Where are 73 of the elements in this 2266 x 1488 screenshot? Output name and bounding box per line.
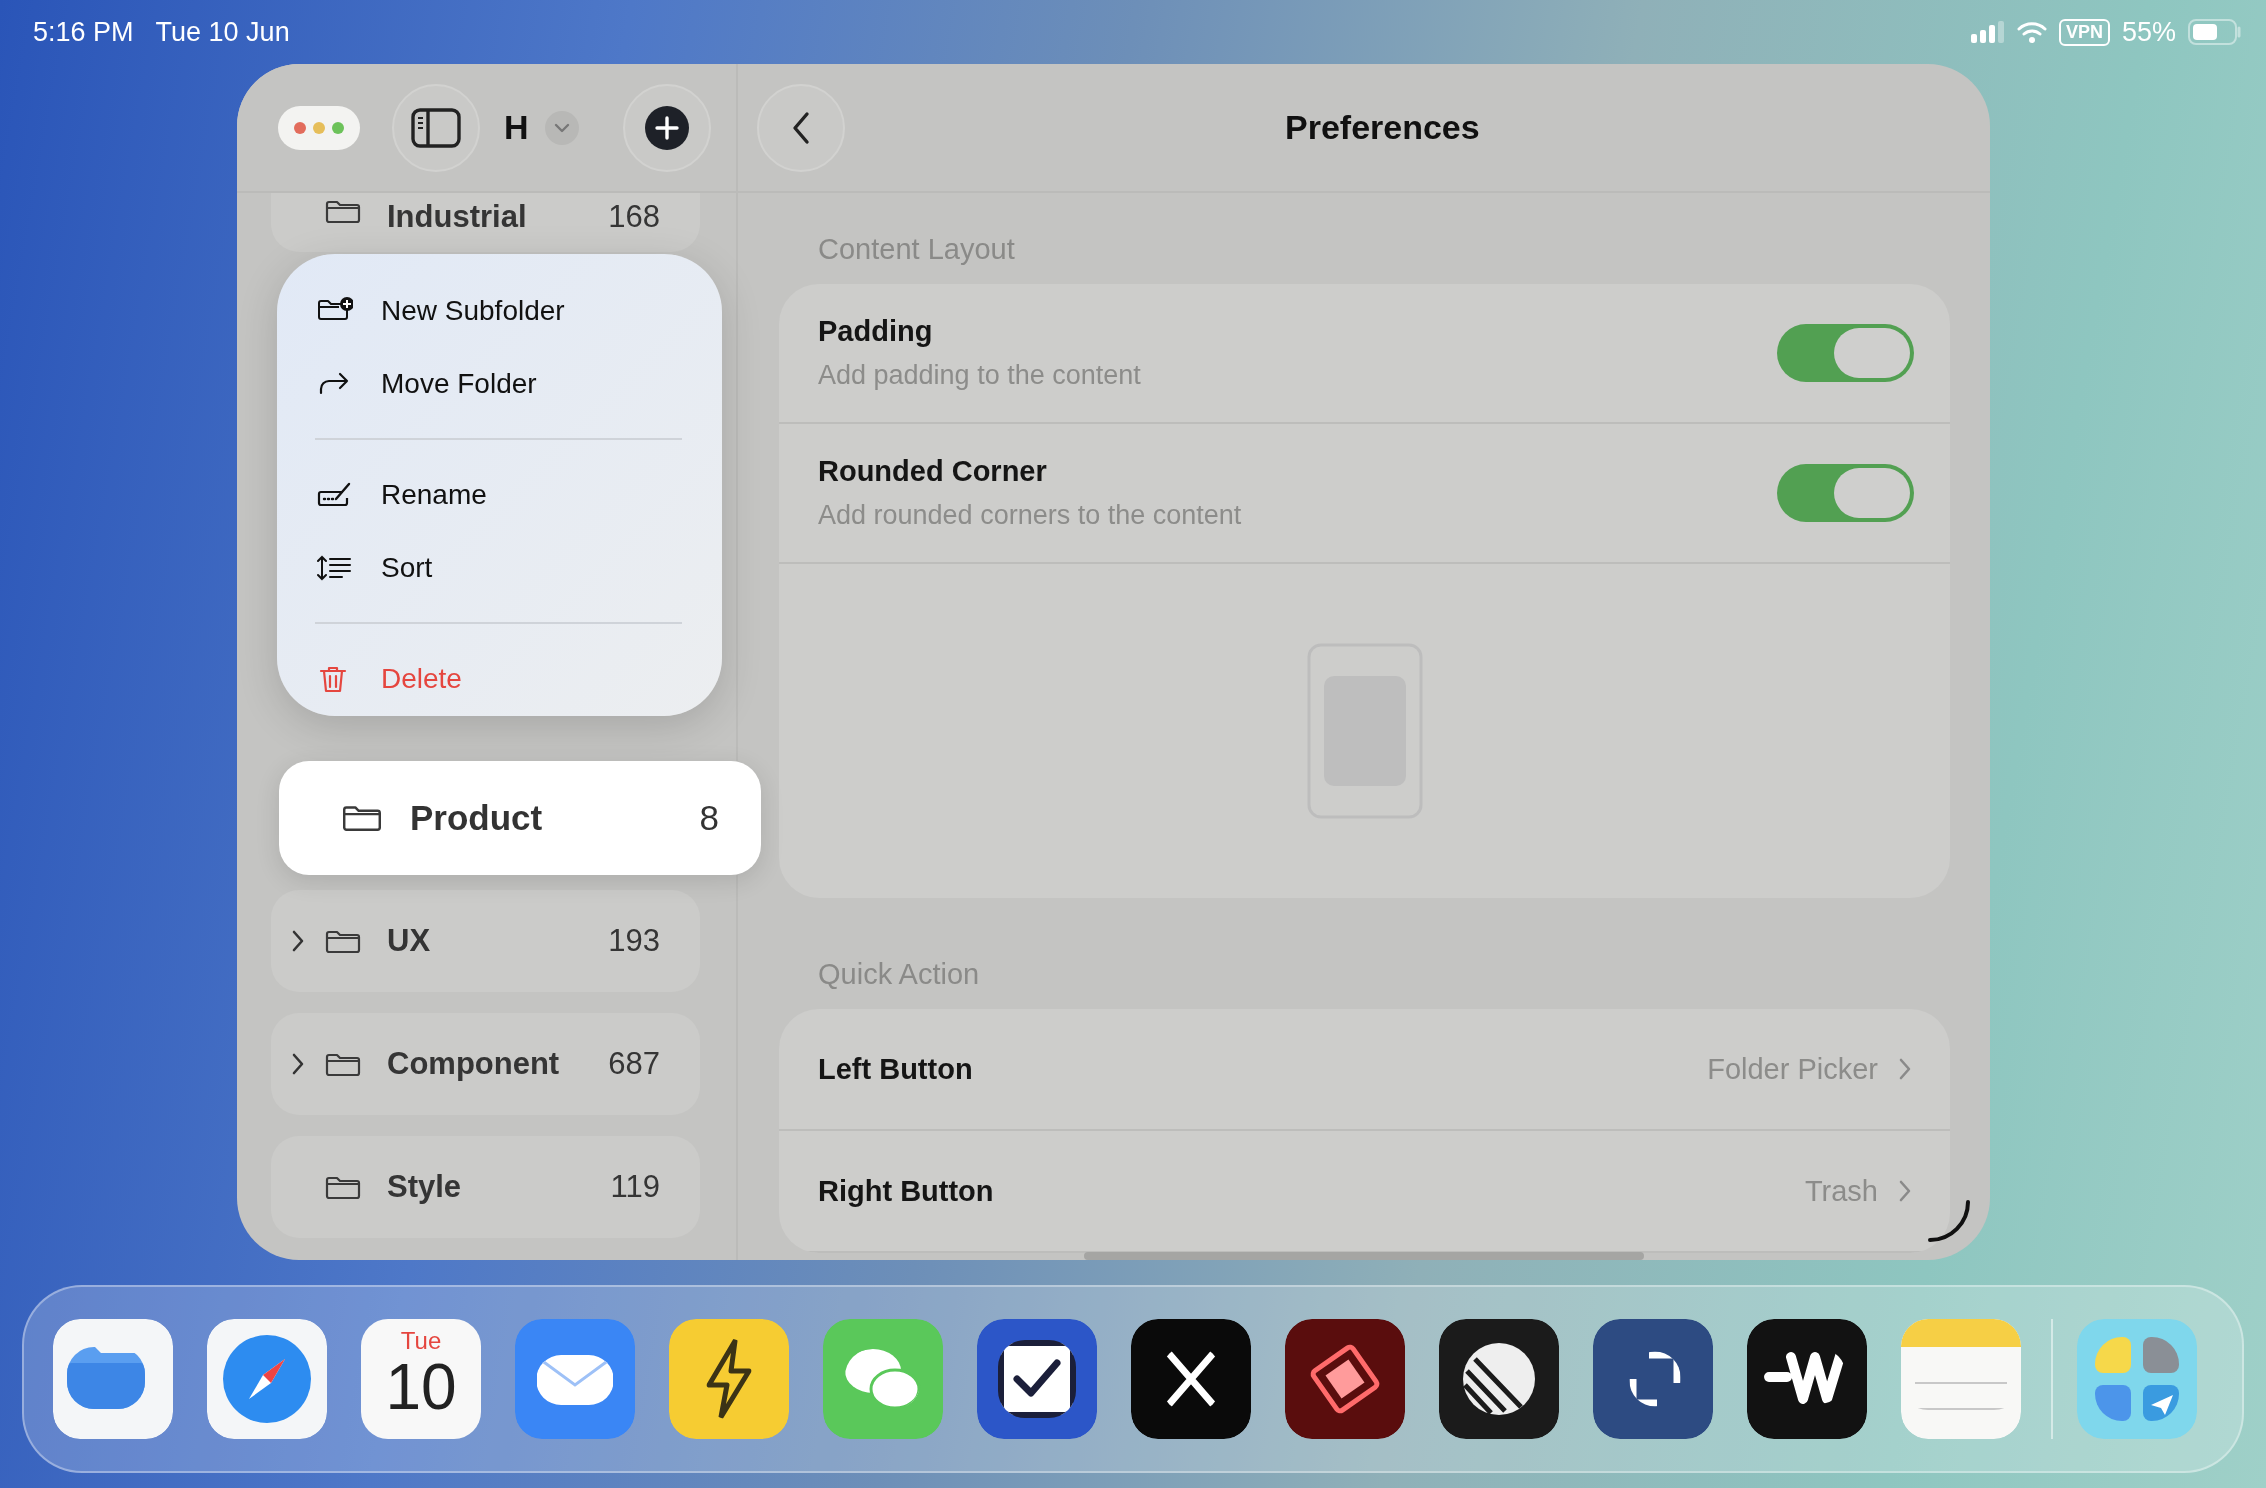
chevron-right-icon (1898, 1057, 1912, 1081)
folder-row[interactable]: Style 119 (271, 1136, 700, 1238)
vpn-badge: VPN (2058, 18, 2110, 46)
battery-percent: 55% (2121, 16, 2176, 48)
layers-app-icon[interactable] (1285, 1319, 1405, 1439)
setting-title: Padding (818, 315, 934, 348)
folder-icon (325, 199, 361, 224)
folder-row[interactable]: Industrial 168 (271, 193, 700, 252)
folder-count: 119 (610, 1169, 660, 1205)
wifi-icon (2016, 21, 2047, 43)
menu-item[interactable]: Move Folder (315, 347, 682, 420)
battery-icon (2188, 19, 2242, 45)
setting-value: Folder Picker (1707, 1052, 1878, 1086)
chevron-right-icon (291, 930, 305, 952)
dragged-folder-card[interactable]: Product 8 (279, 761, 761, 875)
folder-name: Style (387, 1169, 463, 1205)
chat-bubbles-app-icon[interactable] (823, 1319, 943, 1439)
setting-description: Add padding to the content (818, 360, 1142, 391)
section-title: Content Layout (817, 233, 1016, 267)
folder-count: 193 (608, 923, 660, 959)
lightning-app-icon[interactable] (669, 1319, 789, 1439)
setting-title: Left Button (818, 1052, 973, 1086)
cross-mark-app-icon[interactable] (1131, 1319, 1251, 1439)
menu-item[interactable]: New Subfolder (315, 274, 682, 347)
setting-title: Right Button (818, 1174, 994, 1208)
folder-count: 168 (608, 199, 660, 235)
folder-row[interactable]: UX 193 (271, 890, 700, 992)
compass-app-icon[interactable] (207, 1319, 327, 1439)
menu-item[interactable]: Rename (315, 458, 682, 531)
resize-handle-icon (1926, 1198, 1972, 1244)
setting-value: Trash (1804, 1174, 1878, 1208)
library-switcher[interactable]: H (504, 108, 579, 147)
folder-name: Product (410, 798, 544, 838)
status-time: 5:16 PM (33, 16, 134, 48)
plus-icon (643, 104, 690, 151)
folder-icon (325, 928, 361, 954)
chevron-down-icon (544, 110, 579, 145)
window-controls[interactable] (278, 105, 360, 150)
calendar-weekday: Tue (400, 1327, 442, 1355)
traffic-light-dots-icon (293, 120, 345, 135)
folder-app-icon[interactable] (53, 1319, 173, 1439)
folder-name: Component (387, 1046, 561, 1082)
folder-count: 687 (608, 1046, 660, 1082)
chevron-right-icon (291, 1053, 305, 1075)
library-initial: H (504, 108, 529, 147)
calendar-date: 10 (385, 1355, 457, 1419)
toggle-switch[interactable] (1777, 464, 1914, 522)
settings-row[interactable]: Left Button Folder Picker (779, 1009, 1950, 1131)
chevron-right-icon (1898, 1179, 1912, 1203)
setting-description: Add rounded corners to the content (818, 500, 1243, 531)
envelope-app-icon[interactable] (515, 1319, 635, 1439)
folder-row[interactable]: Component 687 (271, 1013, 700, 1115)
checkbox-app-icon[interactable] (977, 1319, 1097, 1439)
toggle-switch[interactable] (1777, 324, 1914, 382)
setting-title: Rounded Corner (818, 455, 1048, 488)
striped-circle-app-icon[interactable] (1439, 1319, 1559, 1439)
folder-count: 8 (699, 798, 719, 838)
page-title: Preferences (1285, 108, 1480, 147)
section-title: Quick Action (817, 958, 981, 992)
zigzag-app-icon[interactable] (1747, 1319, 1867, 1439)
menu-item[interactable]: Sort (315, 531, 682, 604)
folder-name: Industrial (387, 199, 528, 235)
signal-icon (1970, 21, 2005, 43)
folder-icon (325, 1174, 361, 1200)
folder-name: UX (387, 923, 432, 959)
corner-brackets-app-icon[interactable] (1593, 1319, 1713, 1439)
app-folder-icon[interactable] (2077, 1319, 2197, 1439)
status-date: Tue 10 Jun (155, 16, 290, 48)
folder-icon (325, 1051, 361, 1077)
calendar-app-icon[interactable]: Tue 10 (361, 1319, 481, 1439)
sidebar-icon (411, 107, 461, 148)
folder-icon (342, 804, 382, 832)
back-icon (791, 110, 811, 145)
